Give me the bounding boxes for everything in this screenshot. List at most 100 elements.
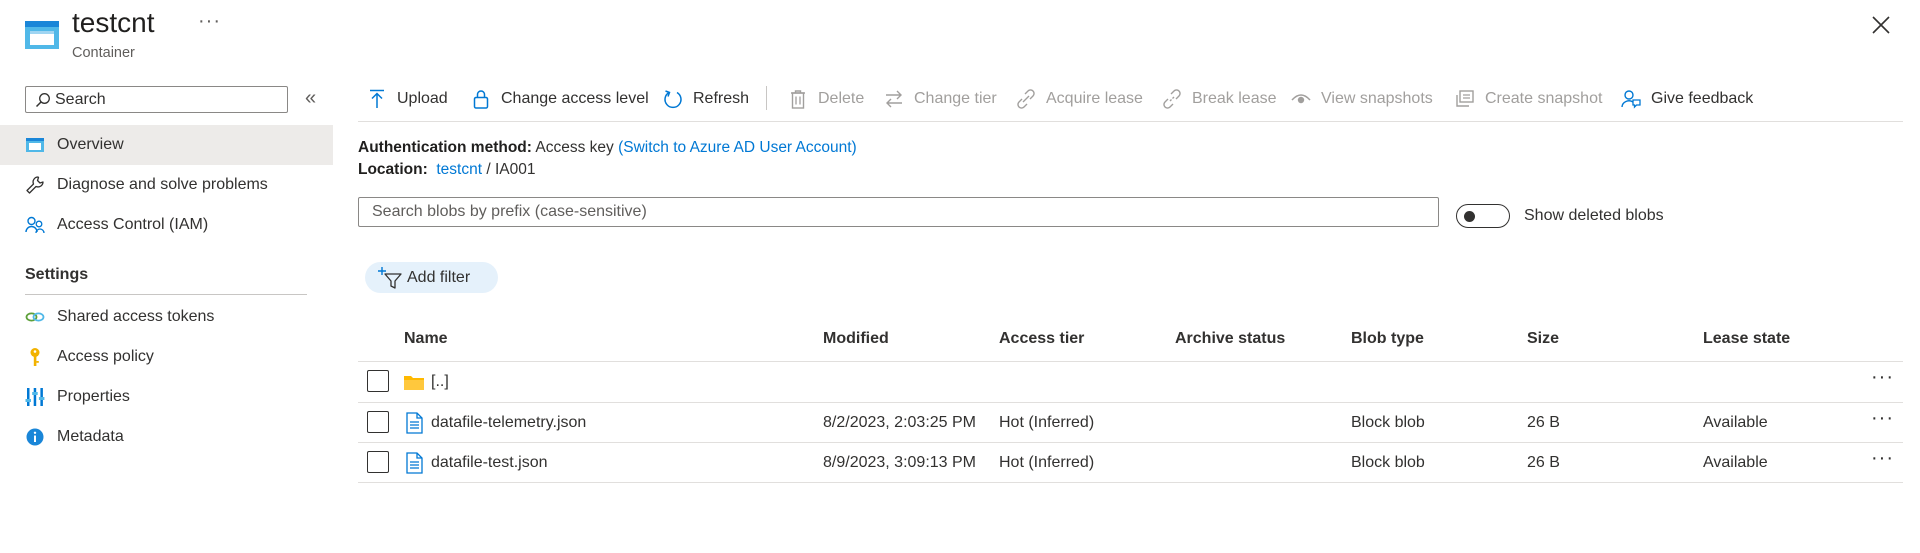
toolbar-divider <box>358 121 1903 122</box>
properties-icon <box>25 387 45 407</box>
sidebar-item-overview[interactable]: Overview <box>0 125 333 165</box>
row-modified: 8/9/2023, 3:09:13 PM <box>823 454 976 471</box>
search-icon <box>35 92 51 108</box>
upload-label: Upload <box>397 90 448 107</box>
change-access-level-label: Change access level <box>501 90 649 107</box>
row-size: 26 B <box>1527 414 1560 431</box>
sidebar-search-input[interactable]: Search <box>25 86 288 113</box>
sidebar-item-diagnose[interactable]: Diagnose and solve problems <box>0 165 333 205</box>
change-tier-button[interactable]: Change tier <box>884 86 997 112</box>
feedback-icon <box>1621 89 1641 109</box>
blob-search-input[interactable] <box>370 202 1438 222</box>
eye-icon <box>1291 89 1311 109</box>
row-more-button[interactable]: ··· <box>1871 447 1894 470</box>
view-snapshots-button[interactable]: View snapshots <box>1291 86 1433 112</box>
show-deleted-blobs-toggle[interactable] <box>1456 204 1510 228</box>
column-header-access-tier[interactable]: Access tier <box>999 330 1084 348</box>
location-label: Location: <box>358 161 428 178</box>
create-snapshot-button[interactable]: Create snapshot <box>1455 86 1602 112</box>
row-access-tier: Hot (Inferred) <box>999 454 1095 471</box>
row-size: 26 B <box>1527 454 1560 471</box>
change-access-level-button[interactable]: Change access level <box>471 86 649 112</box>
row-lease-state: Available <box>1703 414 1768 431</box>
settings-section-header: Settings <box>25 266 89 283</box>
delete-button[interactable]: Delete <box>788 86 864 112</box>
auth-method-line: Authentication method: Access key (Switc… <box>358 139 857 157</box>
blob-search-field[interactable] <box>358 197 1439 227</box>
give-feedback-button[interactable]: Give feedback <box>1621 86 1753 112</box>
acquire-lease-label: Acquire lease <box>1046 90 1143 107</box>
column-header-archive-status[interactable]: Archive status <box>1175 330 1285 348</box>
toggle-knob <box>1464 211 1475 222</box>
row-checkbox[interactable] <box>367 370 389 392</box>
row-blob-type: Block blob <box>1351 454 1425 471</box>
file-icon <box>404 452 424 474</box>
row-name[interactable]: datafile-test.json <box>431 454 548 472</box>
row-more-button[interactable]: ··· <box>1871 407 1894 430</box>
swap-arrows-icon <box>884 89 904 109</box>
delete-label: Delete <box>818 90 865 107</box>
column-header-size[interactable]: Size <box>1527 330 1559 348</box>
page-subtitle: Container <box>72 45 135 61</box>
add-filter-button[interactable]: Add filter <box>365 262 498 293</box>
settings-divider <box>25 294 307 295</box>
refresh-label: Refresh <box>693 90 750 107</box>
link-chain-icon <box>1016 89 1036 109</box>
view-snapshots-label: View snapshots <box>1321 90 1433 107</box>
change-tier-label: Change tier <box>914 90 997 107</box>
close-icon[interactable] <box>1870 14 1892 36</box>
acquire-lease-button[interactable]: Acquire lease <box>1016 86 1143 112</box>
row-checkbox[interactable] <box>367 411 389 433</box>
location-container-link[interactable]: testcnt <box>436 161 482 178</box>
sidebar-item-label: Shared access tokens <box>57 308 215 325</box>
give-feedback-label: Give feedback <box>1651 90 1754 107</box>
row-more-button[interactable]: ··· <box>1871 366 1894 389</box>
sidebar-item-label: Diagnose and solve problems <box>57 176 268 193</box>
table-row[interactable]: datafile-test.json 8/9/2023, 3:09:13 PM … <box>358 443 1903 483</box>
add-filter-icon <box>377 266 403 290</box>
column-header-lease-state[interactable]: Lease state <box>1703 330 1790 348</box>
page-title: testcnt <box>72 7 155 38</box>
sidebar-item-access-policy[interactable]: Access policy <box>0 337 333 377</box>
table-row[interactable]: datafile-telemetry.json 8/2/2023, 2:03:2… <box>358 403 1903 443</box>
auth-method-value: Access key <box>535 139 614 156</box>
trash-icon <box>788 89 808 109</box>
upload-icon <box>367 89 387 109</box>
show-deleted-blobs-label: Show deleted blobs <box>1524 207 1664 224</box>
toolbar-separator <box>766 86 767 110</box>
broken-link-icon <box>1162 89 1182 109</box>
refresh-button[interactable]: Refresh <box>663 86 749 112</box>
break-lease-label: Break lease <box>1192 90 1277 107</box>
sidebar-collapse-button[interactable]: « <box>305 87 316 110</box>
sidebar-item-label: Access Control (IAM) <box>57 216 209 233</box>
row-lease-state: Available <box>1703 454 1768 471</box>
row-name[interactable]: datafile-telemetry.json <box>431 414 586 432</box>
row-divider <box>358 482 1903 483</box>
row-access-tier: Hot (Inferred) <box>999 414 1095 431</box>
key-icon <box>25 347 45 367</box>
sidebar-item-label: Properties <box>57 388 130 405</box>
sidebar-item-iam[interactable]: Access Control (IAM) <box>0 205 333 245</box>
lock-icon <box>471 89 491 109</box>
row-name[interactable]: [..] <box>431 373 449 391</box>
upload-button[interactable]: Upload <box>367 86 448 112</box>
link-icon <box>25 307 45 327</box>
switch-auth-link[interactable]: (Switch to Azure AD User Account) <box>618 139 857 156</box>
sidebar-item-label: Metadata <box>57 428 124 445</box>
break-lease-button[interactable]: Break lease <box>1162 86 1277 112</box>
header-more-button[interactable]: ··· <box>198 10 221 33</box>
sidebar-item-metadata[interactable]: Metadata <box>0 417 333 457</box>
column-header-blob-type[interactable]: Blob type <box>1351 330 1424 348</box>
column-header-name[interactable]: Name <box>404 330 448 348</box>
column-header-modified[interactable]: Modified <box>823 330 889 348</box>
location-path: IA001 <box>494 161 536 178</box>
file-icon <box>404 412 424 434</box>
table-row[interactable]: [..] ··· <box>358 362 1903 402</box>
sidebar-item-properties[interactable]: Properties <box>0 377 333 417</box>
sidebar-item-shared-access-tokens[interactable]: Shared access tokens <box>0 297 333 337</box>
location-line: Location: testcnt / IA001 <box>358 161 536 179</box>
row-checkbox[interactable] <box>367 451 389 473</box>
container-header-icon <box>24 19 60 51</box>
location-separator: / <box>486 161 491 178</box>
row-modified: 8/2/2023, 2:03:25 PM <box>823 414 976 431</box>
